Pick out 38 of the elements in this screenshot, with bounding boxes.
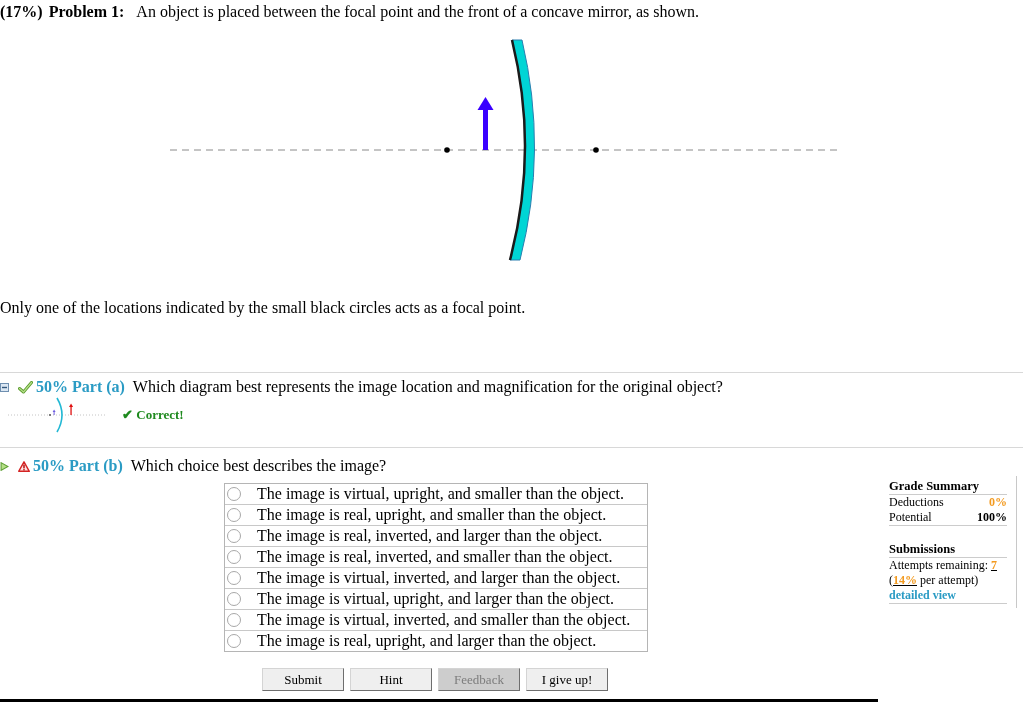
radio-button[interactable] — [227, 487, 241, 501]
grade-label: Potential — [889, 510, 932, 525]
grade-value: 0% — [989, 495, 1007, 510]
choice-label: The image is real, upright, and smaller than the object. — [257, 505, 607, 525]
choice-label: The image is real, inverted, and larger than the object. — [257, 526, 603, 546]
problem-weight: (17%) — [0, 2, 43, 22]
attempts-label: Attempts remaining: — [889, 558, 988, 572]
minus-box-icon[interactable] — [0, 382, 9, 392]
radio-button[interactable] — [227, 634, 241, 648]
choice-label: The image is virtual, inverted, and larger than the object. — [257, 568, 621, 588]
radio-button[interactable] — [227, 592, 241, 606]
problem-label: Problem 1: — [48, 2, 125, 22]
feedback-message: ✔ Correct! — [122, 406, 184, 424]
problem-statement: An object is placed between the focal point and the front of a concave mirror, as shown. — [136, 2, 700, 22]
choice-label: The image is virtual, upright, and smaller than the object. — [257, 484, 624, 504]
radio-button[interactable] — [227, 550, 241, 564]
grade-summary-title: Grade Summary — [889, 479, 1007, 495]
part-heading: 50% Part (a) — [36, 377, 125, 397]
radio-button[interactable] — [227, 529, 241, 543]
action-button[interactable]: I give up! — [526, 668, 608, 691]
grade-value: 100% — [977, 510, 1007, 525]
radio-button[interactable] — [227, 508, 241, 522]
radio-button[interactable] — [227, 613, 241, 627]
per-attempt-note: (14% per attempt) — [889, 573, 979, 587]
action-button[interactable]: Hint — [350, 668, 432, 691]
choice-label: The image is virtual, inverted, and smaller than the object. — [257, 610, 631, 630]
part-heading: 50% Part (b) — [33, 456, 123, 476]
attempts-count: 7 — [991, 558, 997, 572]
submissions-title: Submissions — [889, 542, 1007, 558]
radio-button[interactable] — [227, 571, 241, 585]
part-question: Which diagram best represents the image location and magnification for the original object? — [132, 377, 723, 397]
choice-label: The image is real, inverted, and smaller than the object. — [257, 547, 613, 567]
action-button[interactable]: Submit — [262, 668, 344, 691]
choice-label: The image is real, upright, and larger than the object. — [257, 631, 597, 651]
grade-label: Deductions — [889, 495, 944, 510]
choice-label: The image is virtual, upright, and larger than the object. — [257, 589, 614, 609]
part-question: Which choice best describes the image? — [130, 456, 387, 476]
problem-note: Only one of the locations indicated by the small black circles acts as a focal point. — [0, 298, 526, 318]
